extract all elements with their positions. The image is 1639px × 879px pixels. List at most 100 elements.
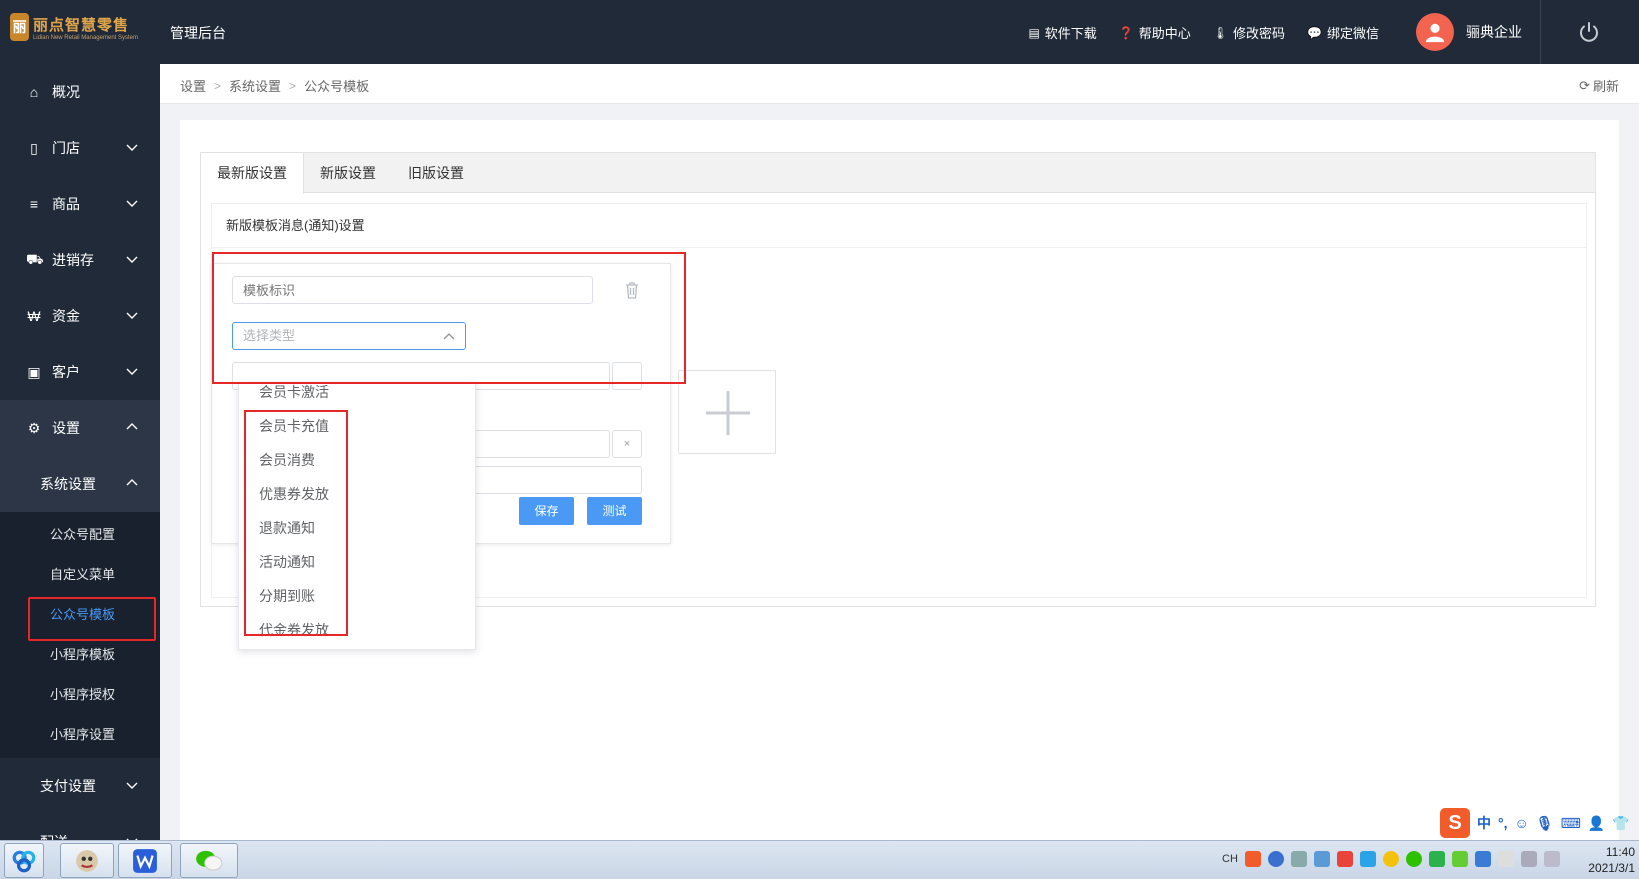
ime-mode[interactable]: 中 bbox=[1477, 813, 1491, 833]
sidebar-item-settings[interactable]: ⚙ 设置 bbox=[0, 400, 160, 456]
chevron-up-icon bbox=[126, 479, 138, 486]
sidebar-item-mini-program-template[interactable]: 小程序模板 bbox=[0, 635, 160, 675]
close-icon: × bbox=[623, 438, 631, 450]
chevron-right-icon: > bbox=[214, 78, 222, 93]
emoji-icon[interactable]: ☺ bbox=[1515, 815, 1529, 831]
help-center-link[interactable]: ❓ 帮助中心 bbox=[1119, 23, 1191, 42]
help-icon[interactable] bbox=[1267, 851, 1284, 867]
divider bbox=[1540, 0, 1541, 64]
nvidia-icon[interactable] bbox=[1451, 851, 1468, 867]
shield-icon[interactable] bbox=[1474, 851, 1491, 867]
tab-old-settings[interactable]: 旧版设置 bbox=[392, 153, 480, 192]
network-icon[interactable] bbox=[1520, 851, 1537, 867]
clock-date: 2021/3/1 bbox=[1588, 861, 1635, 875]
keyboard-icon[interactable]: ⌨ bbox=[1561, 815, 1581, 832]
template-id-input[interactable] bbox=[232, 276, 593, 304]
baidu-netdisk-icon[interactable] bbox=[4, 843, 44, 878]
dropdown-option[interactable]: 会员消费 bbox=[239, 443, 475, 477]
adobe-icon[interactable] bbox=[1336, 851, 1353, 867]
clear-button[interactable]: × bbox=[612, 430, 642, 458]
dropdown-option[interactable]: 代金券发放 bbox=[239, 613, 475, 647]
punctuation-icon[interactable]: °, bbox=[1498, 815, 1508, 831]
logo-text: 丽点智慧零售 bbox=[32, 16, 129, 34]
chevron-down-icon bbox=[126, 144, 138, 151]
sidebar-item-official-account-template[interactable]: 公众号模板 bbox=[0, 595, 160, 641]
chevron-right-icon: > bbox=[289, 78, 297, 93]
refresh-button[interactable]: ⟳ 刷新 bbox=[1579, 76, 1619, 95]
software-download-link[interactable]: ▤ 软件下载 bbox=[1028, 23, 1096, 42]
field-option-button[interactable] bbox=[612, 362, 642, 390]
sidebar-item-customers[interactable]: ▣ 客户 bbox=[0, 344, 160, 400]
sidebar-item-stores[interactable]: ▯ 门店 bbox=[0, 120, 160, 176]
dropdown-option[interactable]: 优惠券发放 bbox=[239, 477, 475, 511]
breadcrumb-bar: 设置 > 系统设置 > 公众号模板 ⟳ 刷新 bbox=[160, 64, 1639, 104]
wechat-tray-icon[interactable] bbox=[1405, 851, 1422, 867]
sidebar-item-mini-program-settings[interactable]: 小程序设置 bbox=[0, 715, 160, 755]
breadcrumb: 设置 > 系统设置 > 公众号模板 bbox=[180, 76, 369, 95]
security-icon[interactable] bbox=[1428, 851, 1445, 867]
breadcrumb-item: 公众号模板 bbox=[304, 79, 370, 94]
thermometer-icon: 🌡 bbox=[1212, 25, 1229, 40]
sidebar-item-products[interactable]: ≡ 商品 bbox=[0, 176, 160, 232]
clock-time: 11:40 bbox=[1605, 845, 1635, 859]
bind-wechat-link[interactable]: 💬 绑定微信 bbox=[1307, 23, 1379, 42]
store-icon: ▤ bbox=[1028, 25, 1040, 40]
sogou-ime-icon[interactable]: S bbox=[1440, 808, 1470, 838]
sidebar-item-inventory[interactable]: ⛟ 进销存 bbox=[0, 232, 160, 288]
type-select[interactable]: 选择类型 bbox=[232, 322, 466, 350]
chevron-down-icon bbox=[126, 200, 138, 207]
dropdown-option[interactable]: 会员卡充值 bbox=[239, 409, 475, 443]
flag-icon[interactable] bbox=[1497, 851, 1514, 867]
test-button[interactable]: 测试 bbox=[587, 497, 642, 525]
sidebar-item-overview[interactable]: ⌂ 概况 bbox=[0, 64, 160, 120]
sidebar-item-custom-menu[interactable]: 自定义菜单 bbox=[0, 555, 160, 595]
game-app-icon[interactable] bbox=[60, 843, 114, 878]
sidebar-item-funds[interactable]: ₩ 资金 bbox=[0, 288, 160, 344]
tab-new-settings[interactable]: 新版设置 bbox=[304, 153, 392, 192]
chevron-down-icon bbox=[126, 256, 138, 263]
tab-latest-settings[interactable]: 最新版设置 bbox=[201, 153, 304, 194]
sidebar-item-payment-settings[interactable]: 支付设置 bbox=[0, 758, 160, 814]
trash-icon[interactable] bbox=[624, 281, 640, 299]
wps-icon[interactable] bbox=[118, 843, 172, 878]
save-button[interactable]: 保存 bbox=[519, 497, 574, 525]
volume-icon[interactable] bbox=[1543, 851, 1560, 867]
logo[interactable]: 丽 丽点智慧零售 Lidian New Retail Management Sy… bbox=[10, 10, 138, 44]
chevron-up-icon[interactable] bbox=[1290, 851, 1307, 867]
sidebar-item-mini-program-auth[interactable]: 小程序授权 bbox=[0, 675, 160, 715]
dropdown-option[interactable]: 退款通知 bbox=[239, 511, 475, 545]
user-icon[interactable]: 👤 bbox=[1588, 815, 1605, 832]
menu-lines-icon: ≡ bbox=[29, 196, 39, 212]
sidebar-item-system-settings[interactable]: 系统设置 bbox=[0, 456, 160, 512]
qq-icon[interactable] bbox=[1382, 851, 1399, 867]
shirt-icon[interactable]: 👕 bbox=[1612, 815, 1629, 832]
type-dropdown: 会员卡激活 会员卡充值 会员消费 优惠券发放 退款通知 活动通知 分期到账 代金… bbox=[238, 382, 476, 650]
wechat-icon[interactable] bbox=[180, 843, 238, 878]
plus-icon bbox=[706, 391, 750, 435]
currency-icon: ₩ bbox=[27, 308, 41, 324]
clock[interactable]: 11:40 2021/3/1 bbox=[1588, 844, 1639, 876]
chevron-down-icon bbox=[126, 782, 138, 789]
microphone-icon[interactable]: 🎙 bbox=[1536, 815, 1554, 832]
avatar[interactable] bbox=[1416, 13, 1454, 51]
sogou-tray-icon[interactable] bbox=[1244, 851, 1261, 867]
sidebar: ⌂ 概况 ▯ 门店 ≡ 商品 ⛟ 进销存 ₩ 资金 ▣ 客户 ⚙ 设置 系统设置… bbox=[0, 64, 160, 840]
network-drive-icon[interactable] bbox=[1313, 851, 1330, 867]
add-template-button[interactable] bbox=[678, 370, 776, 454]
dropdown-option[interactable]: 会员卡激活 bbox=[239, 383, 475, 409]
wechat-icon: 💬 bbox=[1307, 25, 1322, 40]
sidebar-item-official-account-config[interactable]: 公众号配置 bbox=[0, 515, 160, 555]
dropdown-option[interactable]: 分期到账 bbox=[239, 579, 475, 613]
system-tray: CH bbox=[1222, 851, 1560, 867]
dropdown-option[interactable]: 活动通知 bbox=[239, 545, 475, 579]
power-icon[interactable] bbox=[1577, 20, 1601, 44]
breadcrumb-item[interactable]: 系统设置 bbox=[229, 76, 281, 95]
sidebar-item-delivery[interactable]: 配送 bbox=[0, 814, 160, 840]
field-input[interactable] bbox=[450, 466, 642, 494]
user-menu[interactable]: 骊典企业 bbox=[1416, 13, 1522, 51]
change-password-link[interactable]: 🌡 修改密码 bbox=[1213, 23, 1285, 42]
sync-icon[interactable] bbox=[1359, 851, 1376, 867]
language-indicator[interactable]: CH bbox=[1222, 853, 1238, 865]
breadcrumb-item[interactable]: 设置 bbox=[180, 76, 206, 95]
chevron-down-icon bbox=[126, 368, 138, 375]
